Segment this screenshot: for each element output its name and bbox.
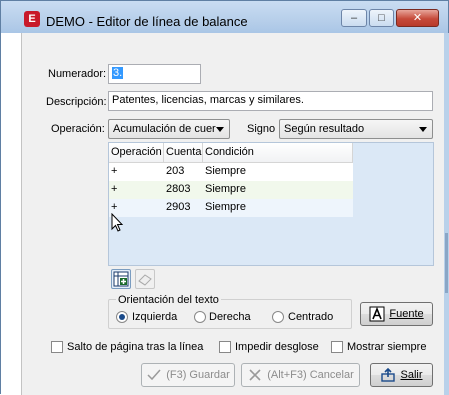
lines-grid[interactable]: Operación Cuenta Condición + 203 Siempre…	[108, 142, 434, 266]
descripcion-label: Descripción:	[46, 96, 107, 108]
exit-icon	[381, 367, 396, 382]
font-button[interactable]: Fuente	[360, 302, 433, 326]
signo-label: Signo	[247, 123, 276, 135]
grid-header: Operación Cuenta Condición	[109, 143, 353, 163]
scrollbar-thumb[interactable]	[445, 233, 448, 293]
cell-operacion: +	[111, 183, 118, 195]
impedir-checkbox[interactable]	[219, 341, 231, 353]
column-header-operacion[interactable]: Operación	[109, 143, 164, 162]
impedir-label[interactable]: Impedir desglose	[235, 341, 319, 353]
radio-izquierda-label[interactable]: Izquierda	[132, 311, 177, 323]
numerador-value: 3.	[112, 67, 124, 79]
numerador-label: Numerador:	[48, 68, 107, 80]
cell-condicion: Siempre	[205, 183, 246, 195]
mouse-pointer-icon	[111, 213, 124, 232]
column-header-condicion[interactable]: Condición	[203, 143, 353, 162]
descripcion-field[interactable]: Patentes, licencias, marcas y similares.	[108, 91, 433, 111]
cell-operacion: +	[111, 165, 118, 177]
window-title: DEMO - Editor de línea de balance	[46, 14, 248, 29]
maximize-button[interactable]: □	[369, 9, 394, 27]
table-row[interactable]: + 2803 Siempre	[109, 181, 353, 199]
title-bar[interactable]: E DEMO - Editor de línea de balance – □ …	[1, 1, 448, 33]
table-row[interactable]: + 2903 Siempre	[109, 199, 353, 217]
eraser-icon	[138, 274, 152, 286]
minimize-button[interactable]: –	[341, 9, 367, 27]
chevron-down-icon	[419, 127, 427, 132]
cell-cuenta: 2903	[166, 201, 191, 213]
save-button[interactable]: (F3) Guardar	[141, 363, 235, 387]
exit-button-label: Salir	[400, 369, 423, 381]
cancel-x-icon	[249, 369, 261, 381]
erase-line-button[interactable]	[135, 269, 155, 289]
descripcion-value: Patentes, licencias, marcas y similares.	[112, 94, 304, 106]
cell-condicion: Siempre	[205, 165, 246, 177]
signo-value: Según resultado	[284, 123, 365, 135]
cell-cuenta: 2803	[166, 183, 191, 195]
app-icon[interactable]: E	[24, 11, 40, 27]
signo-select[interactable]: Según resultado	[279, 119, 433, 139]
cancel-button[interactable]: (Alt+F3) Cancelar	[241, 363, 360, 387]
add-grid-icon	[113, 271, 129, 287]
radio-centrado[interactable]	[272, 311, 284, 323]
table-row[interactable]: + 203 Siempre	[109, 163, 353, 181]
left-border	[1, 33, 22, 395]
radio-derecha[interactable]	[194, 311, 206, 323]
mostrar-label[interactable]: Mostrar siempre	[347, 341, 426, 353]
exit-button[interactable]: Salir	[370, 363, 433, 387]
font-button-label: Fuente	[389, 308, 424, 320]
operacion-value: Acumulación de cuer	[113, 123, 216, 135]
radio-derecha-label[interactable]: Derecha	[209, 311, 251, 323]
orientation-legend: Orientación del texto	[116, 294, 221, 306]
operacion-label: Operación:	[51, 123, 105, 135]
radio-izquierda[interactable]	[116, 311, 128, 323]
mostrar-checkbox[interactable]	[331, 341, 343, 353]
cancel-button-label: (Alt+F3) Cancelar	[267, 369, 354, 381]
chevron-down-icon	[216, 127, 224, 132]
close-button[interactable]: ✕	[396, 9, 439, 27]
radio-centrado-label[interactable]: Centrado	[288, 311, 333, 323]
operacion-select[interactable]: Acumulación de cuer	[108, 119, 230, 139]
salto-checkbox[interactable]	[51, 341, 63, 353]
checkmark-icon	[147, 369, 161, 381]
numerador-field[interactable]: 3.	[108, 64, 201, 84]
font-icon	[369, 306, 385, 322]
save-button-label: (F3) Guardar	[166, 369, 230, 381]
cell-cuenta: 203	[166, 165, 185, 177]
cell-condicion: Siempre	[205, 201, 246, 213]
editor-window: E DEMO - Editor de línea de balance – □ …	[0, 0, 449, 395]
scrollbar[interactable]	[444, 33, 449, 395]
add-line-button[interactable]	[111, 269, 131, 289]
column-header-cuenta[interactable]: Cuenta	[164, 143, 203, 162]
salto-label[interactable]: Salto de página tras la línea	[67, 341, 203, 353]
